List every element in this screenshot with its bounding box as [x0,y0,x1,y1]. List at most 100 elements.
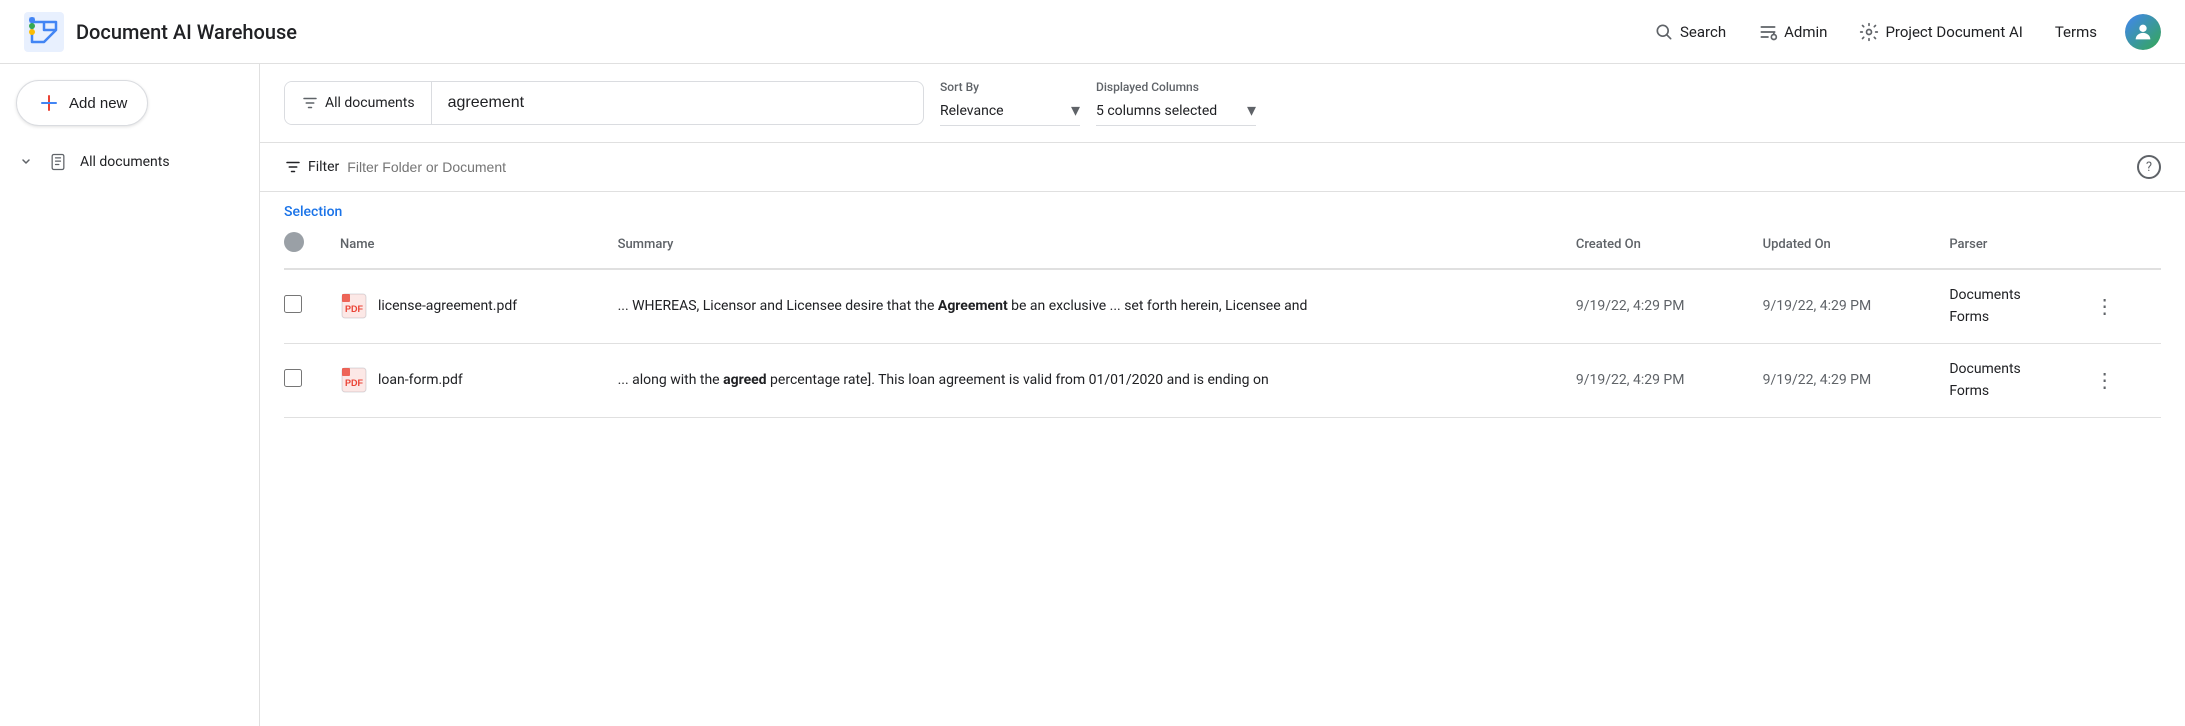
filter-bar: Filter ? [260,143,2185,192]
filter-lines-icon [301,94,319,112]
logo-area: Document AI Warehouse [24,12,297,52]
row2-updated-on: 9/19/22, 4:29 PM [1747,343,1934,417]
header-checkbox[interactable] [284,232,304,252]
plus-icon [37,91,61,115]
row1-summary-cell: ... WHEREAS, Licensor and Licensee desir… [602,269,1560,343]
row1-summary-suffix: be an exclusive ... set forth herein, Li… [1008,298,1308,314]
row2-file-cell: PDF loan-form.pdf [340,366,586,394]
documents-table: Name Summary Created On Updated On Parse… [284,220,2161,418]
table-row: PDF loan-form.pdf ... along with the agr… [284,343,2161,417]
project-nav-label: Project Document AI [1885,23,2022,41]
sidebar-item-all-documents[interactable]: All documents [0,142,243,182]
row1-parser-line1: Documents [1949,287,2020,303]
displayed-columns-label: Displayed Columns [1096,80,1256,94]
row2-summary: ... along with the agreed percentage rat… [618,372,1269,388]
row1-name-cell: PDF license-agreement.pdf [324,269,602,343]
row1-created-on: 9/19/22, 4:29 PM [1560,269,1747,343]
sort-chevron-down-icon: ▾ [1071,100,1080,121]
table-header: Name Summary Created On Updated On Parse… [284,220,2161,269]
admin-nav-label: Admin [1784,23,1827,41]
pdf-icon: PDF [340,366,368,394]
row2-name-cell: PDF loan-form.pdf [324,343,602,417]
sidebar: Add new All documents [0,64,260,726]
selection-link[interactable]: Selection [284,204,342,220]
all-documents-label: All documents [80,154,170,170]
pdf-icon: PDF [340,292,368,320]
help-text: ? [2146,160,2152,175]
th-updated-on: Updated On [1747,220,1934,269]
row1-checkbox[interactable] [284,295,302,313]
row2-parser-line2: Forms [1949,383,1989,399]
expand-icon [16,152,36,172]
sort-by-value: Relevance [940,103,1063,119]
row1-summary: ... WHEREAS, Licensor and Licensee desir… [618,298,1308,314]
avatar-person-icon [2132,21,2154,43]
filter-btn-label: All documents [325,95,415,111]
th-summary: Summary [602,220,1560,269]
filter-input[interactable] [347,159,2129,175]
gear-icon [1859,22,1879,42]
row2-parser-line1: Documents [1949,361,2020,377]
row2-more-button[interactable]: ⋮ [2087,364,2123,397]
sort-by-select[interactable]: Relevance ▾ [940,96,1080,126]
search-nav-label: Search [1680,23,1726,41]
row2-created-on: 9/19/22, 4:29 PM [1560,343,1747,417]
app-logo-icon [24,12,64,52]
svg-text:PDF: PDF [345,378,364,388]
app-header: Document AI Warehouse Search Admin Proje… [0,0,2185,64]
table-body: PDF license-agreement.pdf ... WHEREAS, L… [284,269,2161,417]
row2-checkbox[interactable] [284,369,302,387]
displayed-columns-value: 5 columns selected [1096,103,1239,119]
filter-icon [284,158,302,176]
table-row: PDF license-agreement.pdf ... WHEREAS, L… [284,269,2161,343]
columns-chevron-down-icon: ▾ [1247,100,1256,121]
row1-checkbox-cell [284,269,324,343]
admin-nav-item[interactable]: Admin [1746,14,1839,50]
add-new-button[interactable]: Add new [16,80,148,126]
row1-more-button[interactable]: ⋮ [2087,290,2123,323]
project-nav-item[interactable]: Project Document AI [1847,14,2034,50]
filter-label: Filter [308,159,339,175]
header-nav: Search Admin Project Document AI Terms [1642,14,2161,50]
row2-parser: Documents Forms [1933,343,2070,417]
search-input-wrapper: All documents [284,81,924,125]
search-nav-item[interactable]: Search [1642,14,1738,50]
main-content: All documents Sort By Relevance ▾ Displa… [260,64,2185,726]
th-checkbox [284,220,324,269]
th-created-on: Created On [1560,220,1747,269]
row1-actions-cell: ⋮ [2071,269,2161,343]
selection-area: Selection [260,192,2185,220]
terms-nav-item[interactable]: Terms [2043,15,2109,49]
row1-parser: Documents Forms [1933,269,2070,343]
row1-summary-bold: Agreement [938,298,1008,314]
row2-summary-cell: ... along with the agreed percentage rat… [602,343,1560,417]
document-icon [48,152,68,172]
row1-filename: license-agreement.pdf [378,298,517,314]
row2-filename: loan-form.pdf [378,372,463,388]
th-actions [2071,220,2161,269]
app-title: Document AI Warehouse [76,20,297,44]
row2-summary-suffix: percentage rate]. This loan agreement is… [767,372,1269,388]
all-documents-filter-button[interactable]: All documents [285,82,432,124]
th-name: Name [324,220,602,269]
add-new-label: Add new [69,95,127,112]
row2-summary-prefix: ... along with the [618,372,724,388]
filter-button[interactable]: Filter [284,158,339,176]
row2-actions-cell: ⋮ [2071,343,2161,417]
displayed-columns-select[interactable]: 5 columns selected ▾ [1096,96,1256,126]
row2-checkbox-cell [284,343,324,417]
search-icon [1654,22,1674,42]
admin-icon [1758,22,1778,42]
row1-file-cell: PDF license-agreement.pdf [340,292,586,320]
app-layout: Add new All documents All documents [0,64,2185,726]
sort-by-wrapper: Sort By Relevance ▾ [940,80,1080,126]
user-avatar[interactable] [2125,14,2161,50]
row1-parser-line2: Forms [1949,309,1989,325]
row2-summary-bold: agreed [723,372,767,388]
help-icon[interactable]: ? [2137,155,2161,179]
svg-text:PDF: PDF [345,304,364,314]
th-parser: Parser [1933,220,2070,269]
row1-summary-prefix: ... WHEREAS, Licensor and Licensee desir… [618,298,938,314]
displayed-columns-wrapper: Displayed Columns 5 columns selected ▾ [1096,80,1256,126]
search-input[interactable] [432,82,923,124]
